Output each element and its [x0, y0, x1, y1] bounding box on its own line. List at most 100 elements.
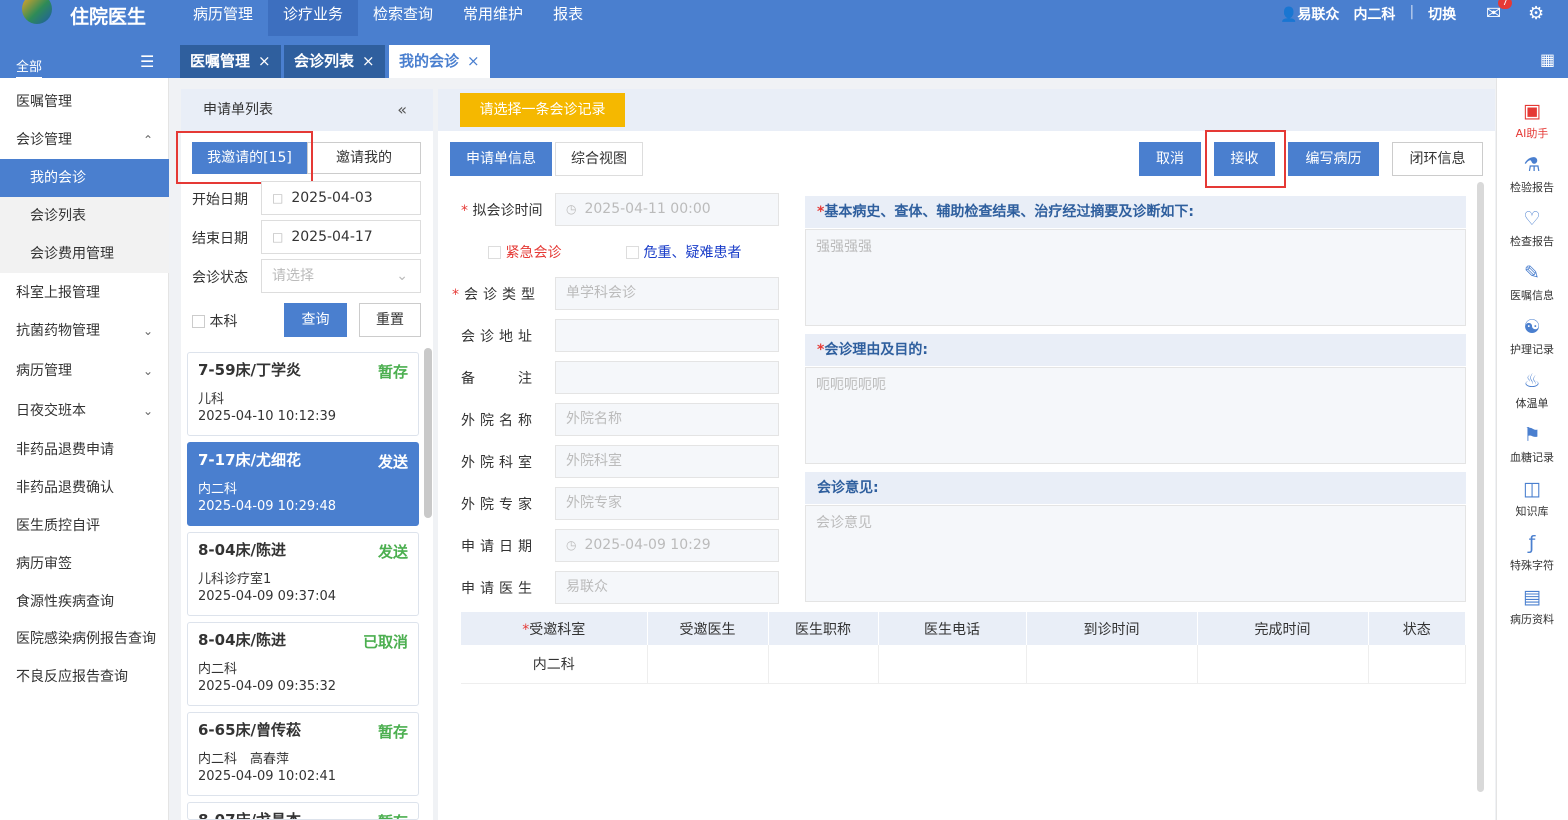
- nav-maintenance[interactable]: 常用维护: [448, 0, 538, 36]
- nav-search-query[interactable]: 检索查询: [358, 0, 448, 36]
- collapse-left-icon[interactable]: «: [397, 89, 407, 131]
- list-scrollbar[interactable]: [424, 348, 432, 518]
- tab-my-consult[interactable]: 我的会诊 ×: [389, 45, 490, 78]
- consult-type-field[interactable]: 单学科会诊: [555, 277, 779, 310]
- sidebar-item-dept-report[interactable]: 科室上报管理: [0, 274, 169, 312]
- close-icon[interactable]: ×: [467, 45, 480, 78]
- clock-icon: ◷: [566, 538, 577, 552]
- start-date-field[interactable]: □ 2025-04-03: [261, 181, 421, 215]
- sidebar-item-refund-confirm[interactable]: 非药品退费确认: [0, 469, 169, 507]
- lab-report-button[interactable]: ⚗ 检验报告: [1496, 154, 1568, 195]
- sidebar-item-my-consult[interactable]: 我的会诊: [0, 159, 169, 197]
- sidebar-item-consult-list[interactable]: 会诊列表: [0, 197, 169, 235]
- urgent-checkbox[interactable]: 紧急会诊: [488, 242, 561, 262]
- end-date-field[interactable]: □ 2025-04-17: [261, 220, 421, 254]
- external-expert-field[interactable]: 外院专家: [555, 487, 779, 520]
- opinion-textarea[interactable]: 会诊意见: [805, 505, 1466, 602]
- sidebar-collapse-icon[interactable]: ☰: [140, 52, 154, 71]
- detail-scrollbar[interactable]: [1477, 182, 1484, 792]
- app-title: 住院医生: [70, 6, 147, 28]
- planned-time-field[interactable]: ◷ 2025-04-11 00:00: [555, 193, 779, 226]
- nursing-record-button[interactable]: ☯ 护理记录: [1496, 316, 1568, 357]
- app-logo: [18, 0, 58, 30]
- apply-date-field[interactable]: ◷ 2025-04-09 10:29: [555, 529, 779, 562]
- col-header: 到诊时间: [1026, 612, 1198, 645]
- external-dept-field[interactable]: 外院科室: [555, 445, 779, 478]
- sidebar-item-record-sign[interactable]: 病历审签: [0, 545, 169, 583]
- table-cell: [647, 645, 769, 684]
- nav-medical-records[interactable]: 病历管理: [178, 0, 268, 36]
- nav-reports[interactable]: 报表: [538, 0, 598, 36]
- list-item[interactable]: 8-04床/陈进 已取消 内二科 2025-04-09 09:35:32: [187, 622, 419, 706]
- checkbox[interactable]: [626, 246, 639, 259]
- own-dept-checkbox[interactable]: 本科: [192, 311, 237, 331]
- status-select[interactable]: 请选择 ⌄: [261, 259, 421, 293]
- list-item[interactable]: 7-59床/丁学炎 暂存 儿科 2025-04-10 10:12:39: [187, 352, 419, 436]
- cancel-button[interactable]: 取消: [1139, 142, 1201, 176]
- list-item[interactable]: 8-04床/陈进 发送 儿科诊疗室1 2025-04-09 09:37:04: [187, 532, 419, 616]
- field-label-apply-date: 申请日期: [461, 539, 537, 555]
- knowledge-base-button[interactable]: ◫ 知识库: [1496, 478, 1568, 519]
- sidebar-item-consult-fee[interactable]: 会诊费用管理: [0, 235, 169, 273]
- status-badge: 已取消: [362, 633, 408, 651]
- sidebar-item-shift-handover[interactable]: 日夜交班本 ⌄: [0, 392, 169, 430]
- external-hospital-field[interactable]: 外院名称: [555, 403, 779, 436]
- sidebar-item-infection-report[interactable]: 医院感染病例报告查询: [0, 620, 169, 658]
- grid-menu-icon[interactable]: ▦: [1540, 50, 1555, 69]
- sidebar-item-adverse-reaction[interactable]: 不良反应报告查询: [0, 658, 169, 696]
- sidebar-item-quality-self-eval[interactable]: 医生质控自评: [0, 507, 169, 545]
- warning-banner: 请选择一条会诊记录: [460, 93, 625, 127]
- section-opinion-title: 会诊意见:: [805, 472, 1466, 504]
- sidebar-item-order-management[interactable]: 医嘱管理: [0, 83, 169, 121]
- sidebar-item-antibiotics[interactable]: 抗菌药物管理 ⌄: [0, 312, 169, 350]
- heart-monitor-icon: ♡: [1523, 208, 1541, 230]
- exam-report-button[interactable]: ♡ 检查报告: [1496, 208, 1568, 249]
- glucose-record-button[interactable]: ⚑ 血糖记录: [1496, 424, 1568, 465]
- apply-doctor-field[interactable]: 易联众: [555, 571, 779, 604]
- order-info-button[interactable]: ✎ 医嘱信息: [1496, 262, 1568, 303]
- checkbox[interactable]: [488, 246, 501, 259]
- switch-button[interactable]: 切换: [1428, 4, 1456, 24]
- user-name[interactable]: 👤易联众: [1280, 4, 1339, 24]
- end-date-label: 结束日期: [192, 231, 248, 247]
- special-chars-button[interactable]: ƒ 特殊字符: [1496, 532, 1568, 573]
- tab-consult-list[interactable]: 会诊列表 ×: [284, 45, 385, 78]
- tab-request-info[interactable]: 申请单信息: [450, 142, 552, 176]
- sidebar-item-refund-request[interactable]: 非药品退费申请: [0, 431, 169, 469]
- temperature-chart-button[interactable]: ♨ 体温单: [1496, 370, 1568, 411]
- sidebar-item-consult-management[interactable]: 会诊管理 ⌃: [0, 121, 169, 159]
- query-button[interactable]: 查询: [284, 303, 347, 337]
- status-badge: 发送: [377, 453, 408, 471]
- reason-textarea[interactable]: 呃呃呃呃呃: [805, 367, 1466, 464]
- table-row[interactable]: 内二科: [461, 645, 1466, 684]
- write-record-button[interactable]: 编写病历: [1288, 142, 1379, 176]
- critical-checkbox[interactable]: 危重、疑难患者: [626, 242, 741, 262]
- tab-invited-me[interactable]: 邀请我的: [307, 142, 421, 174]
- consult-address-field[interactable]: [555, 319, 779, 352]
- record-files-button[interactable]: ▤ 病历资料: [1496, 586, 1568, 627]
- reset-button[interactable]: 重置: [359, 303, 421, 337]
- glucose-icon: ⚑: [1523, 424, 1541, 446]
- sidebar-item-medical-records[interactable]: 病历管理 ⌄: [0, 352, 169, 390]
- remark-field[interactable]: [555, 361, 779, 394]
- close-icon[interactable]: ×: [362, 45, 375, 78]
- table-cell: [1197, 645, 1369, 684]
- sidebar-all-label[interactable]: 全部: [16, 56, 43, 79]
- list-item[interactable]: 6-65床/曾传菘 暂存 内二科 高春萍 2025-04-09 10:02:41: [187, 712, 419, 796]
- settings-gear-icon[interactable]: ⚙: [1528, 3, 1544, 24]
- list-item[interactable]: 8-07床/戈昌本暂存: [187, 802, 419, 820]
- field-label-consult-address: 会诊地址: [461, 329, 537, 345]
- history-textarea[interactable]: 强强强强: [805, 229, 1466, 326]
- checkbox[interactable]: [192, 315, 205, 328]
- close-loop-info-button[interactable]: 闭环信息: [1392, 142, 1483, 176]
- list-item[interactable]: 7-17床/尤细花 发送 内二科 2025-04-09 10:29:48: [187, 442, 419, 526]
- nav-clinical-services[interactable]: 诊疗业务: [268, 0, 359, 36]
- ai-assistant-button[interactable]: ▣ AI助手: [1496, 100, 1568, 141]
- calendar-icon: □: [272, 191, 284, 205]
- close-icon[interactable]: ×: [258, 45, 271, 78]
- tab-order-management[interactable]: 医嘱管理 ×: [180, 45, 281, 78]
- top-header: 住院医生 病历管理 诊疗业务 检索查询 常用维护 报表 👤易联众 内二科 | 切…: [0, 0, 1568, 36]
- tab-overview[interactable]: 综合视图: [555, 142, 643, 176]
- clock-icon: ◷: [566, 202, 577, 216]
- sidebar-item-foodborne-query[interactable]: 食源性疾病查询: [0, 583, 169, 621]
